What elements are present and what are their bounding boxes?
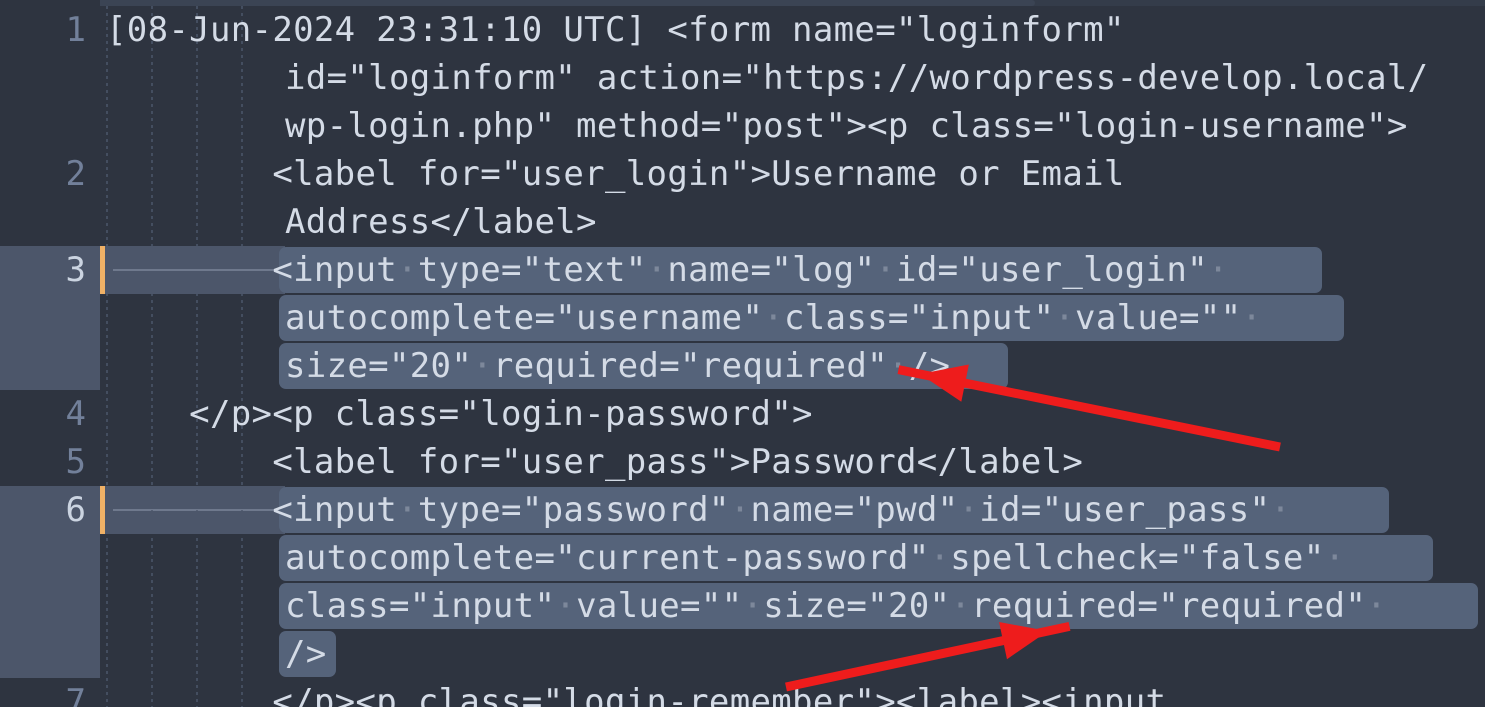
code-row-4-1[interactable]: </p><p class="login-password"> [106,390,813,438]
line-number-1[interactable]: 1 [0,6,86,54]
code-row-1-2[interactable]: id="loginform" action="https://wordpress… [285,54,1428,102]
code-row-3-2[interactable]: autocomplete="username"·class="input"·va… [285,294,1262,342]
code-row-7-1[interactable]: </p><p class="login-remember"><label><in… [106,678,1166,707]
code-editor-viewport[interactable]: 1 2 3 4 5 6 7 [08-Jun-2024 23:31:10 UTC] <form … [0,0,1485,707]
code-row-3-1[interactable]: <input·type="text"·name="log"·id="user_l… [106,246,1229,294]
line-number-5[interactable]: 5 [0,438,86,486]
code-row-3-3[interactable]: size="20"·required="required"·/> [285,342,950,390]
line-number-7[interactable]: 7 [0,678,86,707]
line-number-3[interactable]: 3 [0,246,86,294]
code-row-1-1[interactable]: [08-Jun-2024 23:31:10 UTC] <form name="l… [106,6,1125,54]
code-row-1-3[interactable]: wp-login.php" method="post"><p class="lo… [285,102,1408,150]
code-text-layer[interactable]: 1 2 3 4 5 6 7 [08-Jun-2024 23:31:10 UTC] <form … [0,0,1485,707]
code-row-6-4[interactable]: /> [285,630,327,678]
line-number-4[interactable]: 4 [0,390,86,438]
code-row-6-1[interactable]: <input·type="password"·name="pwd"·id="us… [106,486,1291,534]
code-row-5-1[interactable]: <label for="user_pass">Password</label> [106,438,1083,486]
line-number-2[interactable]: 2 [0,150,86,198]
line-number-6[interactable]: 6 [0,486,86,534]
code-row-6-3[interactable]: class="input"·value=""·size="20"·require… [285,582,1387,630]
code-row-6-2[interactable]: autocomplete="current-password"·spellche… [285,534,1345,582]
code-row-2-2[interactable]: Address</label> [285,198,597,246]
code-row-2-1[interactable]: <label for="user_login">Username or Emai… [106,150,1125,198]
